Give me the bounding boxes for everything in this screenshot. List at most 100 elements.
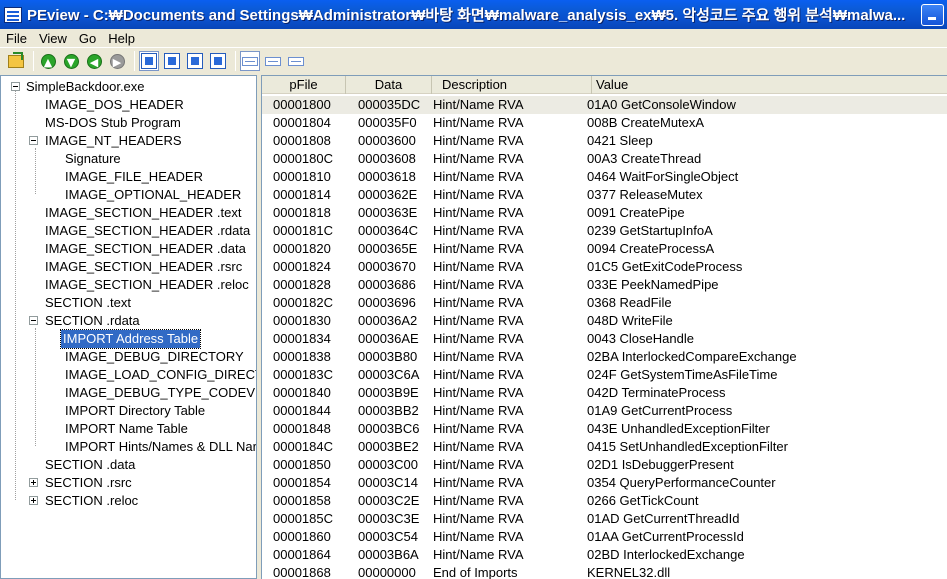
table-row[interactable]: 00001828 00003686 Hint/Name RVA 033E PeekNa… xyxy=(262,276,947,294)
column-header-data[interactable]: Data xyxy=(346,76,432,94)
table-row[interactable]: 0000184C 00003BE2 Hint/Name RVA 0415 SetUnh… xyxy=(262,438,947,456)
next-icon[interactable]: ▶ xyxy=(107,51,127,71)
table-row[interactable]: 00001830 000036A2 Hint/Name RVA 048D WriteF… xyxy=(262,312,947,330)
tree-item-dos-header[interactable]: IMAGE_DOS_HEADER xyxy=(43,96,186,114)
collapse-icon[interactable] xyxy=(29,316,38,325)
tree-item-section-header-data[interactable]: IMAGE_SECTION_HEADER .data xyxy=(43,240,248,258)
cell-description: Hint/Name RVA xyxy=(433,367,524,382)
collapse-icon[interactable] xyxy=(29,136,38,145)
cell-data: 00003BB2 xyxy=(358,403,419,418)
table-row[interactable]: 00001850 00003C00 Hint/Name RVA 02D1 IsDebu… xyxy=(262,456,947,474)
tree-item-import-directory-table[interactable]: IMPORT Directory Table xyxy=(63,402,207,420)
table-row[interactable]: 0000183C 00003C6A Hint/Name RVA 024F GetSys… xyxy=(262,366,947,384)
tree-item-section-text[interactable]: SECTION .text xyxy=(43,294,133,312)
table-row[interactable]: 00001860 00003C54 Hint/Name RVA 01AA GetCur… xyxy=(262,528,947,546)
cell-value: 01A9 GetCurrentProcess xyxy=(587,403,733,418)
detail-list-view[interactable]: pFile Data Description Value 00001800 000… xyxy=(261,75,947,579)
tree-item-label: IMAGE_FILE_HEADER xyxy=(65,169,203,184)
tree-item-label: IMAGE_DEBUG_DIRECTORY xyxy=(65,349,244,364)
minimize-button[interactable] xyxy=(921,3,944,26)
cell-data: 00003618 xyxy=(358,169,416,184)
table-row[interactable]: 00001840 00003B9E Hint/Name RVA 042D Termin… xyxy=(262,384,947,402)
cell-pfile: 00001808 xyxy=(273,133,331,148)
forward-icon[interactable]: ▼ xyxy=(61,51,81,71)
column-header-value[interactable]: Value xyxy=(592,76,947,94)
table-row[interactable]: 00001844 00003BB2 Hint/Name RVA 01A9 GetCur… xyxy=(262,402,947,420)
tree-item-section-header-rsrc[interactable]: IMAGE_SECTION_HEADER .rsrc xyxy=(43,258,244,276)
tree-item-import-hints-names[interactable]: IMPORT Hints/Names & DLL Nar xyxy=(63,438,256,456)
cell-description: Hint/Name RVA xyxy=(433,187,524,202)
menu-view[interactable]: View xyxy=(33,31,73,46)
table-row[interactable]: 00001800 000035DC Hint/Name RVA 01A0 GetCon… xyxy=(262,96,947,114)
table-row[interactable]: 00001818 0000363E Hint/Name RVA 0091 Create… xyxy=(262,204,947,222)
table-row[interactable]: 00001858 00003C2E Hint/Name RVA 0266 GetTic… xyxy=(262,492,947,510)
cell-value: 0094 CreateProcessA xyxy=(587,241,715,256)
table-row[interactable]: 0000180C 00003608 Hint/Name RVA 00A3 Create… xyxy=(262,150,947,168)
back-icon[interactable]: ▲ xyxy=(38,51,58,71)
tree-item-section-header-text[interactable]: IMAGE_SECTION_HEADER .text xyxy=(43,204,244,222)
cell-description: Hint/Name RVA xyxy=(433,259,524,274)
view-text-icon[interactable] xyxy=(286,51,306,71)
cell-description: Hint/Name RVA xyxy=(433,529,524,544)
table-row[interactable]: 0000181C 0000364C Hint/Name RVA 0239 GetSta… xyxy=(262,222,947,240)
menu-file[interactable]: File xyxy=(0,31,33,46)
cell-description: Hint/Name RVA xyxy=(433,385,524,400)
cell-pfile: 0000183C xyxy=(273,367,333,382)
tree-item-signature[interactable]: Signature xyxy=(63,150,123,168)
tree-item-file-header[interactable]: IMAGE_FILE_HEADER xyxy=(63,168,205,186)
tree-item-section-rsrc[interactable]: SECTION .rsrc xyxy=(29,474,134,492)
table-row[interactable]: 00001864 00003B6A Hint/Name RVA 02BD Interl… xyxy=(262,546,947,564)
view-dword-icon[interactable] xyxy=(185,51,205,71)
view-hex-icon[interactable] xyxy=(263,51,283,71)
table-row[interactable]: 0000185C 00003C3E Hint/Name RVA 01AD GetCur… xyxy=(262,510,947,528)
expand-icon[interactable] xyxy=(29,478,38,487)
table-row[interactable]: 00001834 000036AE Hint/Name RVA 0043 CloseH… xyxy=(262,330,947,348)
collapse-icon[interactable] xyxy=(11,82,20,91)
tree-item-section-rdata[interactable]: SECTION .rdata xyxy=(29,312,142,330)
cell-pfile: 0000185C xyxy=(273,511,333,526)
tree-item-debug-type-codeview[interactable]: IMAGE_DEBUG_TYPE_CODEVI xyxy=(63,384,256,402)
cell-pfile: 00001834 xyxy=(273,331,331,346)
menu-help[interactable]: Help xyxy=(102,31,141,46)
column-header-description[interactable]: Description xyxy=(432,76,592,94)
peview-app-icon[interactable] xyxy=(4,6,22,23)
tree-item-label: IMAGE_SECTION_HEADER .data xyxy=(45,241,246,256)
open-folder-icon[interactable] xyxy=(6,51,26,71)
table-row[interactable]: 00001868 00000000 End of Imports KERNEL32.d… xyxy=(262,564,947,579)
tree-item-section-reloc[interactable]: SECTION .reloc xyxy=(29,492,140,510)
title-bar[interactable]: PEview - C:₩Documents and Settings₩Admin… xyxy=(0,0,947,29)
tree-item-import-address-table[interactable]: IMPORT Address Table xyxy=(59,329,202,349)
tree-item-label: IMAGE_OPTIONAL_HEADER xyxy=(65,187,242,202)
tree-item-import-name-table[interactable]: IMPORT Name Table xyxy=(63,420,190,438)
table-row[interactable]: 00001824 00003670 Hint/Name RVA 01C5 GetExi… xyxy=(262,258,947,276)
tree-item-section-header-rdata[interactable]: IMAGE_SECTION_HEADER .rdata xyxy=(43,222,252,240)
tree-item-root[interactable]: SimpleBackdoor.exe xyxy=(9,78,147,96)
view-list-icon[interactable] xyxy=(240,51,260,71)
cell-data: 00003C3E xyxy=(358,511,420,526)
up-icon[interactable]: ◀ xyxy=(84,51,104,71)
tree-item-nt-headers[interactable]: IMAGE_NT_HEADERS xyxy=(29,132,184,150)
table-row[interactable]: 00001854 00003C14 Hint/Name RVA 0354 QueryP… xyxy=(262,474,947,492)
tree-item-debug-directory[interactable]: IMAGE_DEBUG_DIRECTORY xyxy=(63,348,246,366)
tree-item-optional-header[interactable]: IMAGE_OPTIONAL_HEADER xyxy=(63,186,243,204)
table-row[interactable]: 00001848 00003BC6 Hint/Name RVA 043E Unhand… xyxy=(262,420,947,438)
menu-go[interactable]: Go xyxy=(73,31,102,46)
table-row[interactable]: 0000182C 00003696 Hint/Name RVA 0368 ReadFi… xyxy=(262,294,947,312)
view-byte-icon[interactable] xyxy=(139,51,159,71)
expand-icon[interactable] xyxy=(29,496,38,505)
table-row[interactable]: 00001804 000035F0 Hint/Name RVA 008B Create… xyxy=(262,114,947,132)
table-row[interactable]: 00001838 00003B80 Hint/Name RVA 02BA Interl… xyxy=(262,348,947,366)
tree-item-section-data[interactable]: SECTION .data xyxy=(43,456,137,474)
tree-item-load-config[interactable]: IMAGE_LOAD_CONFIG_DIRECT xyxy=(63,366,256,384)
column-header-pfile[interactable]: pFile xyxy=(262,76,346,94)
tree-item-dos-stub[interactable]: MS-DOS Stub Program xyxy=(43,114,183,132)
view-word-icon[interactable] xyxy=(162,51,182,71)
cell-description: Hint/Name RVA xyxy=(433,97,524,112)
table-row[interactable]: 00001810 00003618 Hint/Name RVA 0464 WaitFo… xyxy=(262,168,947,186)
table-row[interactable]: 00001814 0000362E Hint/Name RVA 0377 Releas… xyxy=(262,186,947,204)
tree-item-section-header-reloc[interactable]: IMAGE_SECTION_HEADER .reloc xyxy=(43,276,251,294)
table-row[interactable]: 00001808 00003600 Hint/Name RVA 0421 Sleep xyxy=(262,132,947,150)
table-row[interactable]: 00001820 0000365E Hint/Name RVA 0094 Create… xyxy=(262,240,947,258)
view-address-icon[interactable] xyxy=(208,51,228,71)
pe-structure-tree[interactable]: SimpleBackdoor.exe IMAGE_DOS_HEADER MS-D… xyxy=(0,75,257,579)
